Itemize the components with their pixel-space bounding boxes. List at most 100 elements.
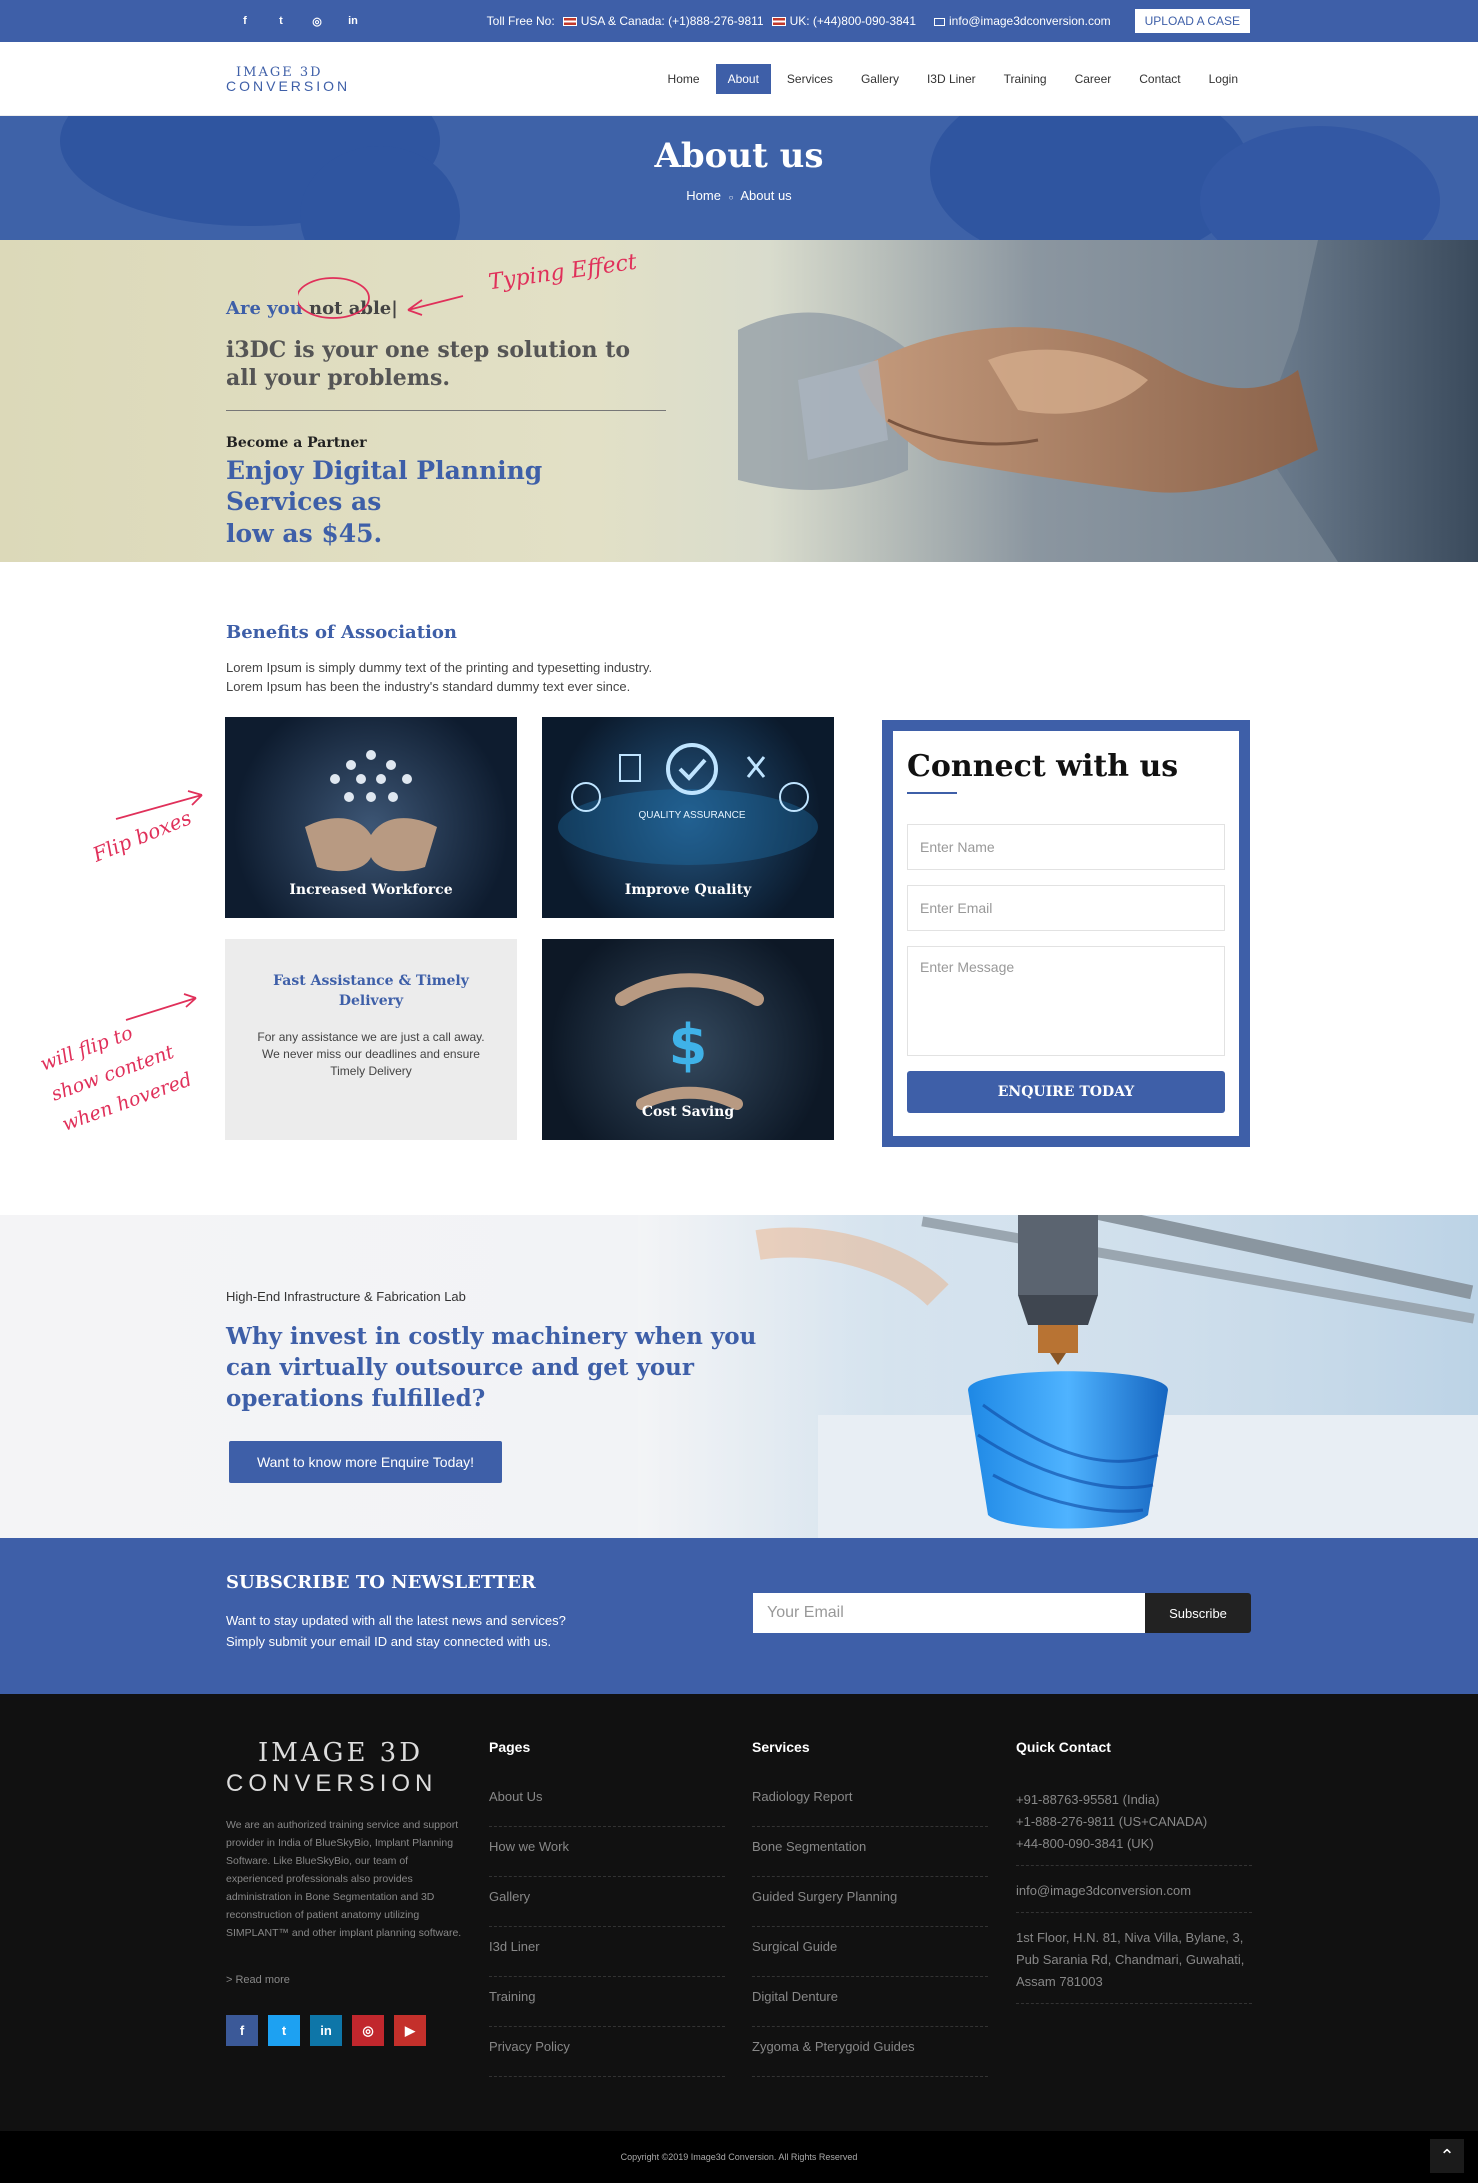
footer-phone-india[interactable]: +91-88763-95581 (India) [1016,1789,1252,1811]
email-field[interactable]: Enter Email [907,885,1225,931]
card-title-line-2: Delivery [338,993,404,1009]
mail-icon [934,17,946,26]
footer-link-training[interactable]: Training [489,1977,725,2027]
top-contact: Toll Free No: USA & Canada: (+1)888-276-… [487,9,1250,33]
nav-training[interactable]: Training [992,64,1059,94]
enquire-cta-button[interactable]: Want to know more Enquire Today! [229,1441,502,1483]
nav-career[interactable]: Career [1063,64,1124,94]
nav-i3d-liner[interactable]: I3D Liner [915,64,988,94]
footer-link-about-us[interactable]: About Us [489,1789,725,1827]
logo-line-2: CONVERSION [226,77,351,94]
instagram-icon[interactable]: ◎ [352,2015,384,2046]
breadcrumb-home[interactable]: Home [686,188,721,203]
enquire-button[interactable]: ENQUIRE TODAY [907,1071,1225,1113]
usa-phone[interactable]: USA & Canada: (+1)888-276-9811 [562,14,764,28]
subscribe-button[interactable]: Subscribe [1145,1593,1251,1633]
footer-phone-uk[interactable]: +44-800-090-3841 (UK) [1016,1833,1252,1855]
nav-home[interactable]: Home [656,64,712,94]
footer-contact-column: Quick Contact +91-88763-95581 (India) +1… [1016,1739,1252,2018]
footer-link-i3d-liner[interactable]: I3d Liner [489,1927,725,1977]
logo-line-1: IMAGE 3D [236,64,323,80]
card-caption: Improve Quality [624,882,752,898]
quality-overlay-text: QUALITY ASSURANCE [638,810,745,821]
nav-gallery[interactable]: Gallery [849,64,911,94]
benefits-lead-line-1: Lorem Ipsum is simply dummy text of the … [226,660,653,675]
pages-heading: Pages [489,1739,531,1755]
footer-link-surgical-guide[interactable]: Surgical Guide [752,1927,988,1977]
footer-phones: +91-88763-95581 (India) +1-888-276-9811 … [1016,1789,1252,1866]
top-bar: f t ◎ in Toll Free No: USA & Canada: (+1… [0,0,1478,42]
benefits-section: Benefits of Association Lorem Ipsum is s… [0,562,1478,1215]
nav-contact[interactable]: Contact [1127,64,1192,94]
footer-logo[interactable]: IMAGE 3D CONVERSION [226,1738,437,1798]
hero-divider [226,410,666,411]
footer-link-zygoma-guides[interactable]: Zygoma & Pterygoid Guides [752,2027,988,2077]
hero-subtitle: i3DC is your one step solution to all yo… [226,337,666,392]
footer-logo-line-1: IMAGE 3D [258,1738,424,1768]
newsletter-text-line-1: Want to stay updated with all the latest… [226,1613,566,1628]
facebook-icon[interactable]: f [236,15,254,28]
breadcrumb: Home ○ About us [0,188,1478,203]
read-more-link[interactable]: > Read more [226,1974,290,1986]
flip-card-workforce[interactable]: Increased Workforce [225,717,517,918]
twitter-icon[interactable]: t [272,15,290,28]
offer-line-1: Enjoy Digital Planning Services as [226,456,543,517]
name-field[interactable]: Enter Name [907,824,1225,870]
infrastructure-section: High-End Infrastructure & Fabrication La… [0,1215,1478,1538]
footer-link-bone-segmentation[interactable]: Bone Segmentation [752,1827,988,1877]
nav-about[interactable]: About [715,64,771,94]
footer-about: We are an authorized training service an… [226,1819,462,1939]
offer-line-2: low as $45. [226,518,383,548]
newsletter-title: SUBSCRIBE TO NEWSLETTER [226,1572,536,1593]
card-caption: Cost Saving [641,1104,735,1120]
form-title: Connect with us [907,749,1179,784]
main-nav: IMAGE 3D CONVERSION Home About Services … [0,42,1478,116]
contact-form: Connect with us Enter Name Enter Email E… [882,720,1250,1147]
footer-address: 1st Floor, H.N. 81, Niva Villa, Bylane, … [1016,1927,1252,2004]
upload-case-button[interactable]: UPLOAD A CASE [1134,9,1250,33]
linkedin-icon[interactable]: in [310,2015,342,2046]
footer-link-radiology-report[interactable]: Radiology Report [752,1789,988,1827]
facebook-icon[interactable]: f [226,2015,258,2046]
partner-label: Become a Partner [226,435,367,451]
nav-login[interactable]: Login [1197,64,1250,94]
flip-card-quality[interactable]: QUALITY ASSURANCE Improve Quality [542,717,834,918]
footer-link-gallery[interactable]: Gallery [489,1877,725,1927]
footer-email[interactable]: info@image3dconversion.com [1016,1880,1252,1913]
nav-menu: Home About Services Gallery I3D Liner Tr… [656,64,1250,94]
hero-section: Are you not able| i3DC is your one step … [0,240,1478,562]
card-caption: Increased Workforce [289,882,453,898]
flip-card-cost[interactable]: $ Cost Saving [542,939,834,1140]
handshake-image [738,240,1478,562]
twitter-icon[interactable]: t [268,2015,300,2046]
copyright-text: Copyright ©2019 Image3d Conversion. All … [620,2152,858,2162]
top-social-links: f t ◎ in [236,15,362,28]
footer-link-digital-denture[interactable]: Digital Denture [752,1977,988,2027]
instagram-icon[interactable]: ◎ [308,15,326,28]
linkedin-icon[interactable]: in [344,15,362,28]
nav-services[interactable]: Services [775,64,845,94]
uk-phone[interactable]: UK: (+44)800-090-3841 [771,14,916,28]
footer-link-privacy-policy[interactable]: Privacy Policy [489,2027,725,2077]
dollar-icon: $ [669,1013,708,1078]
footer-link-how-we-work[interactable]: How we Work [489,1827,725,1877]
footer-logo-line-2: CONVERSION [226,1770,438,1797]
top-email[interactable]: info@image3dconversion.com [934,14,1111,28]
scroll-to-top-button[interactable]: ⌃ [1430,2139,1464,2173]
footer-services-column: Services Radiology Report Bone Segmentat… [752,1739,988,2077]
card-title: Fast Assistance & Timely Delivery [255,971,487,1011]
newsletter-email-input[interactable]: Your Email [753,1593,1145,1633]
footer-phone-us[interactable]: +1-888-276-9811 (US+CANADA) [1016,1811,1252,1833]
us-flag-icon [562,17,577,27]
message-field[interactable]: Enter Message [907,946,1225,1056]
youtube-icon[interactable]: ▶ [394,2015,426,2046]
copyright-bar: Copyright ©2019 Image3d Conversion. All … [0,2131,1478,2183]
site-logo[interactable]: IMAGE 3D CONVERSION [226,66,350,93]
footer-link-guided-surgery[interactable]: Guided Surgery Planning [752,1877,988,1927]
footer-pages-column: Pages About Us How we Work Gallery I3d L… [489,1739,725,2077]
services-heading: Services [752,1739,810,1755]
newsletter-text: Want to stay updated with all the latest… [226,1610,626,1652]
uk-flag-icon [771,17,786,27]
flip-card-assistance[interactable]: Fast Assistance & Timely Delivery For an… [225,939,517,1140]
footer-social-links: f t in ◎ ▶ [226,2015,426,2046]
